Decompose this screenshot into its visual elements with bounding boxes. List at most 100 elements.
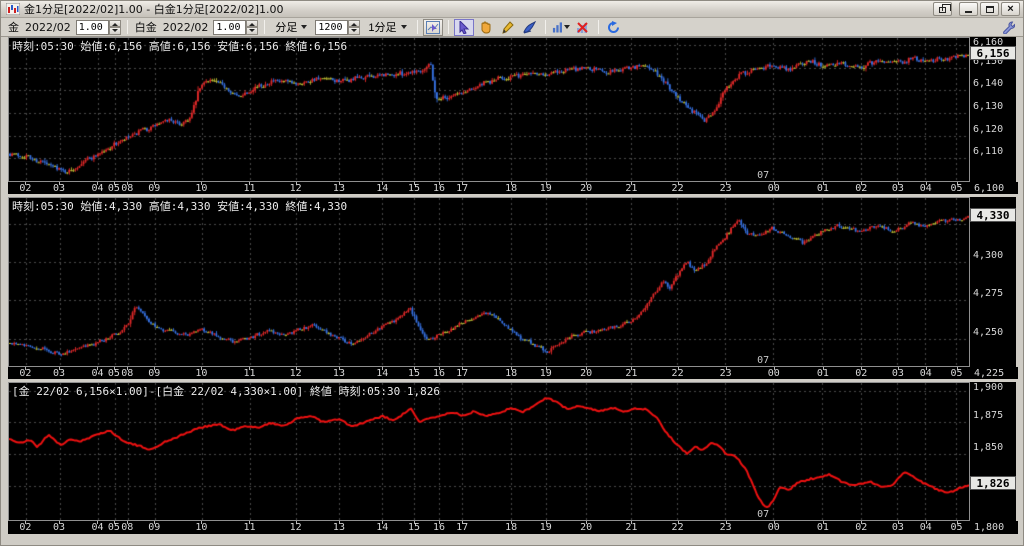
spread-time-label: 20 [580, 522, 593, 533]
spread-time-label: 23 [719, 522, 732, 533]
spread-chart-canvas[interactable] [9, 383, 969, 520]
select-tool-button[interactable] [453, 18, 474, 36]
refresh-icon [608, 20, 620, 33]
toolbar-separator [447, 20, 449, 34]
spread-time-label: 21 [625, 522, 638, 533]
chevron-down-icon [400, 25, 407, 29]
platinum-bottom-price-tick: 4,225 [974, 368, 1005, 379]
platinum-price-axis: 4,330 4,3254,3004,2754,250 [970, 197, 1016, 367]
spread-bottom-price-tick: 1,800 [974, 522, 1005, 533]
title-bar[interactable]: 金1分足[2022/02]1.00 - 白金1分足[2022/02]1.00 × [1, 1, 1023, 18]
spread-time-label: 12 [289, 522, 302, 533]
platinum-time-label: 18 [505, 368, 518, 379]
gold-chart-canvas[interactable] [9, 38, 969, 181]
gold-time-label: 14 [376, 183, 389, 194]
pencil-icon [502, 20, 514, 34]
gold-time-label: 21 [625, 183, 638, 194]
spread-time-label: 00 [767, 522, 780, 533]
platinum-chart-canvas[interactable] [9, 198, 969, 366]
gold-time-label: 15 [407, 183, 420, 194]
gold-time-label: 04 [919, 183, 932, 194]
platinum-time-label: 14 [376, 368, 389, 379]
indicator-delete-button[interactable] [573, 19, 593, 36]
maximize-icon [985, 5, 994, 13]
gold-bottom-price-tick: 6,100 [974, 183, 1005, 194]
toolbar-separator [544, 20, 546, 34]
pencil-tool-button[interactable] [498, 19, 518, 36]
platinum-time-label: 00 [767, 368, 780, 379]
bar-count-up-button[interactable] [348, 19, 361, 27]
platinum-ratio-input[interactable] [213, 19, 247, 35]
select-arrow-icon [459, 20, 469, 34]
platinum-time-label: 16 [432, 368, 446, 379]
gold-time-label: 03 [52, 183, 66, 194]
platinum-time-label: 10 [195, 368, 208, 379]
platinum-ratio-down-button[interactable] [246, 27, 259, 35]
maximize-button[interactable] [980, 2, 999, 16]
pen-tool-button[interactable] [520, 19, 540, 36]
spread-last-price-badge: 1,826 [970, 476, 1016, 490]
bar-count-down-button[interactable] [348, 27, 361, 35]
gold-time-label: 12 [289, 183, 302, 194]
platinum-time-label: 05 [950, 368, 963, 379]
gold-last-price-badge: 6,156 [970, 46, 1016, 60]
interval-dropdown[interactable]: 1分足 [363, 19, 411, 35]
pan-tool-button[interactable] [476, 19, 496, 36]
restore-button[interactable] [933, 2, 952, 16]
gold-time-label: 04 [91, 183, 104, 194]
spread-y-tick: 1,850 [973, 442, 1004, 454]
platinum-time-label: 11 [243, 368, 256, 379]
gold-time-label: 18 [505, 183, 518, 194]
close-icon: × [1007, 2, 1014, 15]
gold-time-label: 05 [107, 183, 120, 194]
bar-count-input[interactable] [315, 19, 349, 35]
indicator-chart-menu-button[interactable] [551, 19, 571, 36]
spread-plot-area: [金 22/02 6,156×1.00]-[白金 22/02 4,330×1.0… [8, 382, 970, 521]
gold-ratio-down-button[interactable] [108, 27, 121, 35]
platinum-time-label: 09 [148, 368, 161, 379]
platinum-time-label: 15 [407, 368, 420, 379]
gold-y-tick: 6,110 [973, 146, 1004, 158]
gold-time-label: 03 [891, 183, 904, 194]
platinum-time-label: 23 [719, 368, 732, 379]
close-button[interactable]: × [1001, 2, 1020, 16]
gold-time-label: 19 [539, 183, 552, 194]
platinum-ratio-up-button[interactable] [246, 19, 259, 27]
gold-time-label: 13 [332, 183, 345, 194]
platinum-month-label: 2022/02 [162, 20, 209, 34]
platinum-chart-panel: 時刻:05:30 始値:4,330 高値:4,330 安値:4,330 終値:4… [8, 197, 1018, 379]
bar-count-spinner [315, 19, 361, 35]
spread-info-line: [金 22/02 6,156×1.00]-[白金 22/02 4,330×1.0… [12, 385, 440, 398]
settings-wrench-icon [1002, 20, 1015, 34]
gold-ratio-input[interactable] [75, 19, 109, 35]
platinum-time-label: 22 [671, 368, 684, 379]
gold-chart-panel: 時刻:05:30 始値:6,156 高値:6,156 安値:6,156 終値:6… [8, 37, 1018, 194]
platinum-time-label: 05 [107, 368, 120, 379]
toolbar-separator [416, 20, 418, 34]
platinum-time-label: 01 [816, 368, 829, 379]
gold-ratio-up-button[interactable] [108, 19, 121, 27]
gold-y-tick: 6,130 [973, 100, 1004, 112]
platinum-time-label: 21 [625, 368, 638, 379]
minimize-button[interactable] [959, 2, 978, 16]
gold-time-label: 20 [580, 183, 593, 194]
spread-time-label: 01 [816, 522, 829, 533]
toolbar-separator [126, 20, 128, 34]
interval-label: 1分足 [368, 22, 397, 34]
gold-time-label: 17 [456, 183, 469, 194]
settings-button[interactable] [998, 19, 1018, 36]
platinum-time-label: 03 [52, 368, 66, 379]
chart-panels: 時刻:05:30 始値:6,156 高値:6,156 安値:6,156 終値:6… [1, 37, 1023, 534]
bar-chart-icon [552, 22, 562, 33]
chevron-down-icon [301, 25, 308, 29]
period-type-dropdown[interactable]: 分足 [270, 19, 312, 35]
toolbar: 金 2022/02 白金 2022/02 分足 [1, 18, 1023, 37]
chart-cursor-tool-button[interactable] [422, 18, 443, 36]
gold-time-label: 02 [855, 183, 868, 194]
refresh-button[interactable] [604, 19, 624, 36]
spread-time-label: 10 [195, 522, 208, 533]
spread-time-label: 13 [332, 522, 345, 533]
platinum-time-label: 08 [121, 368, 134, 379]
platinum-time-label: 20 [580, 368, 593, 379]
gold-time-label: 02 [19, 183, 32, 194]
